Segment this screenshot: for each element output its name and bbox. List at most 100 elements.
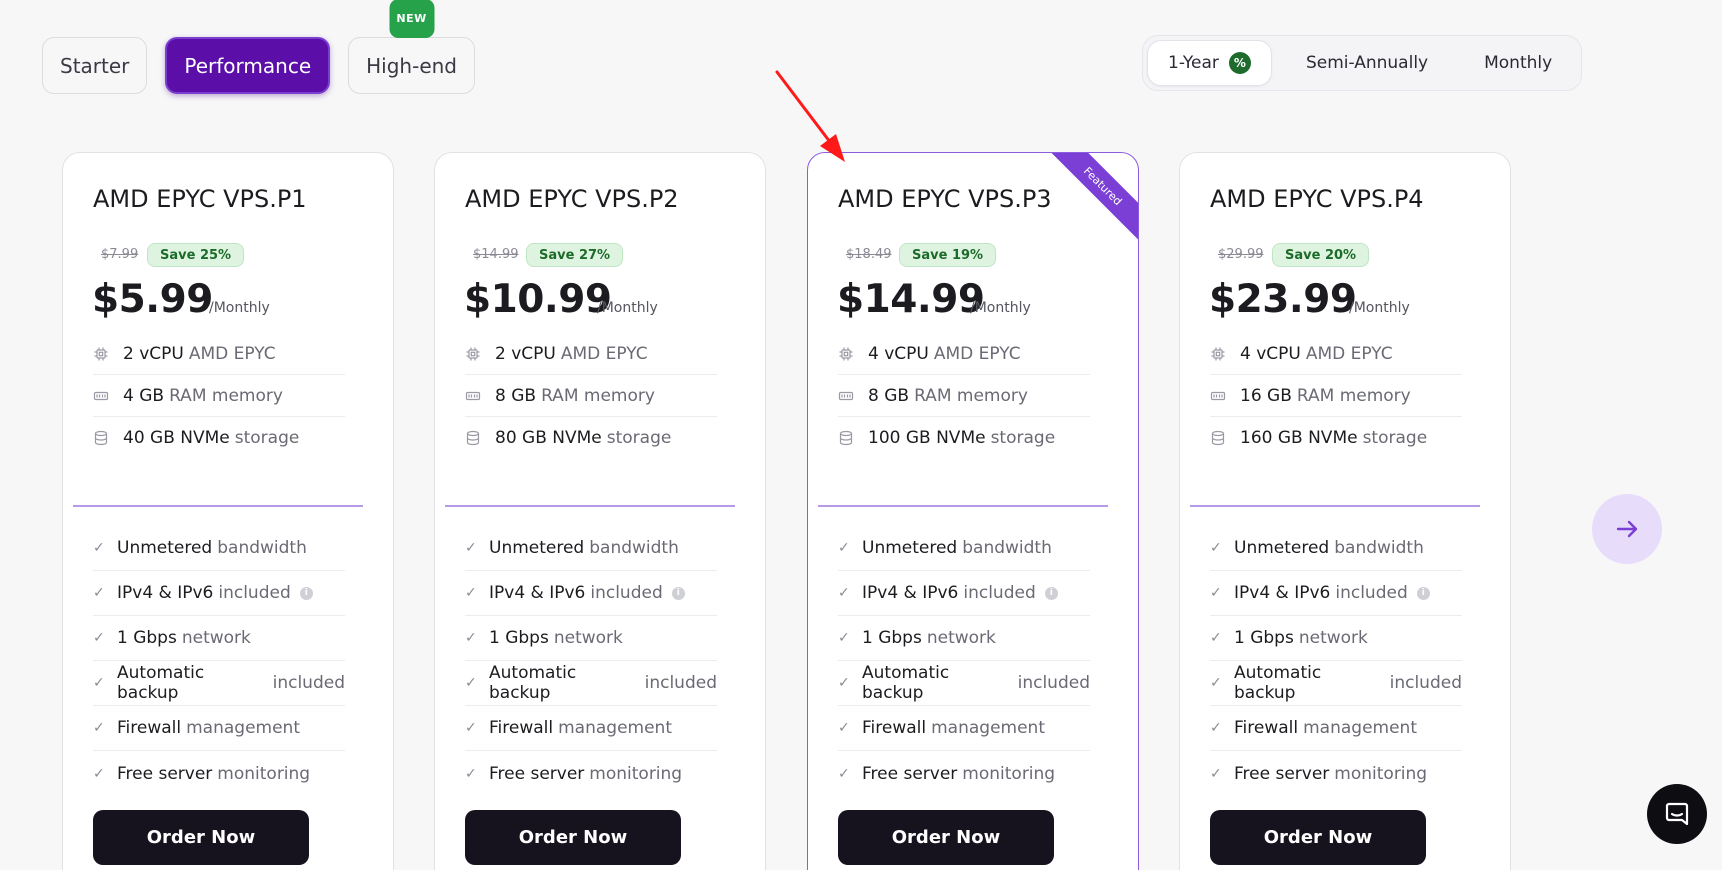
feature-detail: network [553, 628, 623, 648]
plan-name: AMD EPYC VPS.P2 [465, 185, 679, 213]
feature-name: Free server [117, 763, 213, 784]
feature-item: ✓ Free server monitoring [838, 751, 1090, 796]
spec-cpu: 2 vCPU AMD EPYC [465, 333, 717, 375]
spec-label: storage [234, 428, 300, 448]
plan-name: AMD EPYC VPS.P3 [838, 185, 1052, 213]
spec-cpu: 4 vCPU AMD EPYC [1210, 333, 1462, 375]
feature-name: Unmetered [1234, 538, 1330, 558]
spec-label: AMD EPYC [188, 343, 276, 364]
plan-card-p3: AMD EPYC VPS.P3 $18.49 Save 19% $14.99 /… [807, 152, 1139, 870]
feature-name: Free server [1234, 763, 1330, 784]
cpu-chip-icon [466, 347, 480, 360]
feature-item: ✓ Automatic backup included [93, 661, 345, 706]
divider [1190, 505, 1480, 507]
spec-storage: 160 GB NVMe storage [1210, 417, 1462, 459]
order-now-button[interactable]: Order Now [93, 810, 309, 865]
feature-detail: bandwidth [217, 538, 307, 558]
feature-detail: monitoring [589, 763, 683, 784]
memory-icon [465, 391, 481, 400]
spec-value: 4 vCPU [1240, 343, 1301, 364]
database-icon [94, 430, 108, 446]
feature-item: ✓ Firewall management [1210, 706, 1462, 751]
feature-detail: included [272, 673, 345, 693]
check-icon: ✓ [465, 585, 477, 601]
spec-ram: 8 GB RAM memory [465, 375, 717, 417]
feature-item: ✓ 1 Gbps network [465, 616, 717, 661]
feature-name: Firewall [1234, 718, 1299, 738]
chat-widget-button[interactable] [1647, 784, 1707, 844]
feature-item: ✓ 1 Gbps network [93, 616, 345, 661]
tab-high-end[interactable]: NEW High-end [348, 0, 475, 94]
plan-price: $5.99 [92, 277, 213, 322]
cpu-chip-icon [1211, 347, 1225, 360]
spec-ram: 16 GB RAM memory [1210, 375, 1462, 417]
check-icon: ✓ [465, 540, 477, 556]
feature-name: Firewall [862, 718, 927, 738]
feature-name: Unmetered [489, 538, 585, 558]
spec-label: RAM memory [169, 385, 283, 406]
spec-label: AMD EPYC [1305, 343, 1393, 364]
feature-item: ✓ Unmetered bandwidth [465, 526, 717, 571]
feature-item: ✓ IPv4 & IPv6 included i [1210, 571, 1462, 616]
check-icon: ✓ [93, 675, 105, 691]
feature-name: IPv4 & IPv6 [1234, 583, 1331, 603]
feature-detail: management [186, 718, 300, 738]
feature-detail: monitoring [962, 763, 1056, 784]
check-icon: ✓ [838, 540, 850, 556]
info-icon[interactable]: i [1416, 586, 1430, 600]
feature-name: 1 Gbps [862, 628, 922, 648]
new-badge: NEW [389, 0, 435, 38]
info-icon[interactable]: i [299, 586, 313, 600]
check-icon: ✓ [838, 720, 850, 736]
feature-detail: network [181, 628, 251, 648]
feature-item: ✓ Unmetered bandwidth [93, 526, 345, 571]
feature-detail: bandwidth [962, 538, 1052, 558]
spec-label: AMD EPYC [933, 343, 1021, 364]
feature-detail: monitoring [1334, 763, 1428, 784]
divider [445, 505, 735, 507]
order-now-button[interactable]: Order Now [838, 810, 1054, 865]
feature-detail: included [644, 673, 717, 693]
feature-name: IPv4 & IPv6 [862, 583, 959, 603]
check-icon: ✓ [465, 720, 477, 736]
feature-item: ✓ Automatic backup included [838, 661, 1090, 706]
cpu-chip-icon [839, 347, 853, 360]
info-icon[interactable]: i [671, 586, 685, 600]
chat-bubble-icon [1665, 802, 1689, 826]
plan-card-p1: AMD EPYC VPS.P1 $7.99 Save 25% $5.99 /Mo… [62, 152, 394, 870]
order-now-button[interactable]: Order Now [1210, 810, 1426, 865]
feature-item: ✓ Firewall management [93, 706, 345, 751]
feature-name: IPv4 & IPv6 [489, 583, 586, 603]
billing-option-monthly[interactable]: Monthly [1464, 40, 1572, 86]
check-icon: ✓ [93, 720, 105, 736]
tab-performance[interactable]: Performance [165, 37, 331, 94]
info-icon[interactable]: i [1044, 586, 1058, 600]
feature-name: Automatic backup [489, 663, 577, 703]
price-period: /Monthly [597, 300, 658, 316]
billing-option-semi-annually[interactable]: Semi-Annually [1286, 40, 1448, 86]
check-icon: ✓ [1210, 720, 1222, 736]
billing-period-toggle: 1-Year % Semi-Annually Monthly [1142, 35, 1582, 91]
plan-name: AMD EPYC VPS.P4 [1210, 185, 1424, 213]
feature-detail: included [590, 583, 663, 603]
billing-option-1-year[interactable]: 1-Year % [1147, 40, 1272, 86]
tab-starter[interactable]: Starter [42, 37, 148, 94]
feature-name: Automatic backup [862, 663, 950, 703]
spec-value: 80 GB NVMe [495, 428, 602, 448]
spec-value: 8 GB [868, 385, 910, 406]
feature-item: ✓ Free server monitoring [1210, 751, 1462, 796]
feature-name: Unmetered [862, 538, 958, 558]
order-now-button[interactable]: Order Now [465, 810, 681, 865]
spec-value: 160 GB NVMe [1240, 428, 1358, 448]
old-price: $14.99 [473, 247, 519, 262]
spec-value: 4 vCPU [868, 343, 929, 364]
spec-value: 16 GB [1240, 385, 1292, 406]
plan-card-p4: AMD EPYC VPS.P4 $29.99 Save 20% $23.99 /… [1179, 152, 1511, 870]
feature-item: ✓ Free server monitoring [93, 751, 345, 796]
check-icon: ✓ [838, 765, 850, 782]
check-icon: ✓ [465, 765, 477, 782]
feature-name: Free server [862, 763, 958, 784]
feature-detail: bandwidth [1334, 538, 1424, 558]
next-plans-button[interactable] [1592, 494, 1662, 564]
feature-detail: included [1017, 673, 1090, 693]
